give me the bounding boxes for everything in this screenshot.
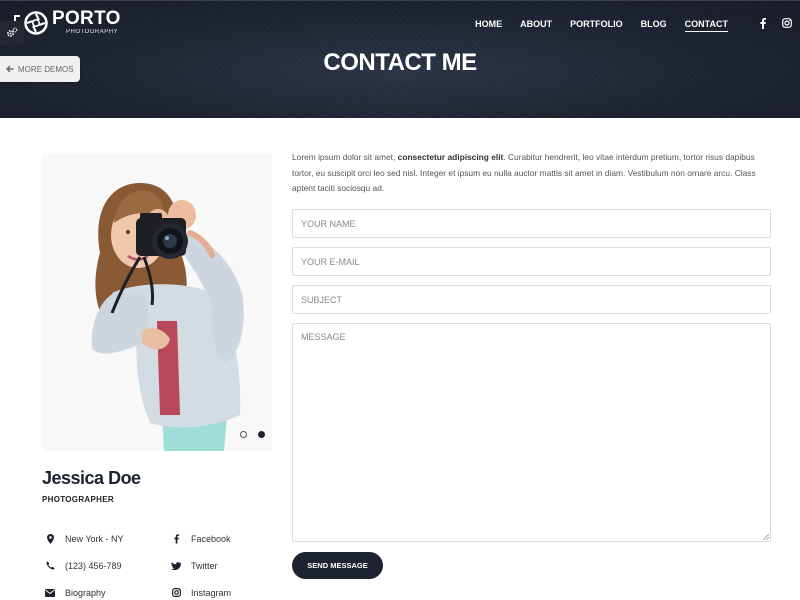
logo-subtitle: PHOTOGRAPHY (66, 29, 119, 35)
settings-gear-button[interactable] (0, 21, 24, 45)
person-role: PHOTOGRAPHER (42, 495, 114, 504)
page-title: CONTACT ME (323, 49, 477, 76)
logo-title: PORTO (52, 8, 121, 29)
more-demos-label: MORE DEMOS (18, 64, 74, 74)
send-message-button[interactable]: SEND MESSAGE (292, 552, 383, 579)
main-nav: HOME ABOUT PORTFOLIO BLOG CONTACT (475, 19, 728, 32)
person-name: Jessica Doe (42, 468, 141, 488)
carousel-dot-2[interactable] (258, 431, 265, 438)
social-instagram[interactable]: Instagram (168, 579, 278, 600)
contact-info-list: New York - NY (123) 456-789 Biography (42, 525, 157, 600)
photographer-image (42, 153, 272, 451)
twitter-icon (168, 559, 184, 573)
facebook-icon (168, 532, 184, 546)
social-twitter[interactable]: Twitter (168, 552, 278, 579)
intro-paragraph: Lorem ipsum dolor sit amet, consectetur … (292, 150, 762, 197)
biography-link[interactable]: Biography (65, 588, 106, 598)
facebook-link[interactable]: Facebook (191, 534, 231, 544)
nav-item-contact[interactable]: CONTACT (684, 19, 728, 32)
envelope-icon (42, 586, 58, 600)
nav-item-about[interactable]: ABOUT (520, 19, 552, 32)
resize-grip-icon[interactable] (763, 534, 769, 540)
gears-icon (7, 27, 18, 37)
email-field[interactable] (292, 247, 771, 276)
carousel-dot-1[interactable] (240, 431, 247, 438)
page-header: PORTO PHOTOGRAPHY HOME ABOUT PORTFOLIO B… (0, 0, 800, 118)
intro-bold: consectetur adipiscing elit (397, 152, 504, 162)
map-marker-icon (42, 532, 58, 546)
nav-item-portfolio[interactable]: PORTFOLIO (570, 19, 623, 32)
carousel-dots (240, 431, 265, 438)
subject-field[interactable] (292, 285, 771, 314)
arrow-left-icon (6, 65, 14, 73)
nav-item-blog[interactable]: BLOG (641, 19, 667, 32)
contact-location: New York - NY (42, 525, 157, 552)
nav-item-home[interactable]: HOME (475, 19, 502, 32)
instagram-icon[interactable] (782, 17, 792, 29)
contact-phone: (123) 456-789 (42, 552, 157, 579)
contact-biography[interactable]: Biography (42, 579, 157, 600)
more-demos-button[interactable]: MORE DEMOS (0, 56, 80, 82)
intro-lead: Lorem ipsum dolor sit amet, (292, 152, 398, 162)
aperture-logo-icon (24, 11, 48, 35)
name-field[interactable] (292, 209, 771, 238)
logo[interactable]: PORTO PHOTOGRAPHY (14, 9, 121, 35)
instagram-link[interactable]: Instagram (191, 588, 231, 598)
facebook-icon[interactable] (758, 17, 768, 29)
phone-icon (42, 559, 58, 573)
twitter-link[interactable]: Twitter (191, 561, 218, 571)
location-text: New York - NY (65, 533, 124, 544)
social-links-list: Facebook Twitter Instagram (168, 525, 278, 600)
message-field[interactable] (292, 323, 771, 542)
header-social-links (758, 17, 792, 29)
profile-photo-carousel[interactable] (42, 153, 272, 451)
phone-text: (123) 456-789 (65, 560, 122, 571)
social-facebook[interactable]: Facebook (168, 525, 278, 552)
instagram-icon (168, 586, 184, 600)
